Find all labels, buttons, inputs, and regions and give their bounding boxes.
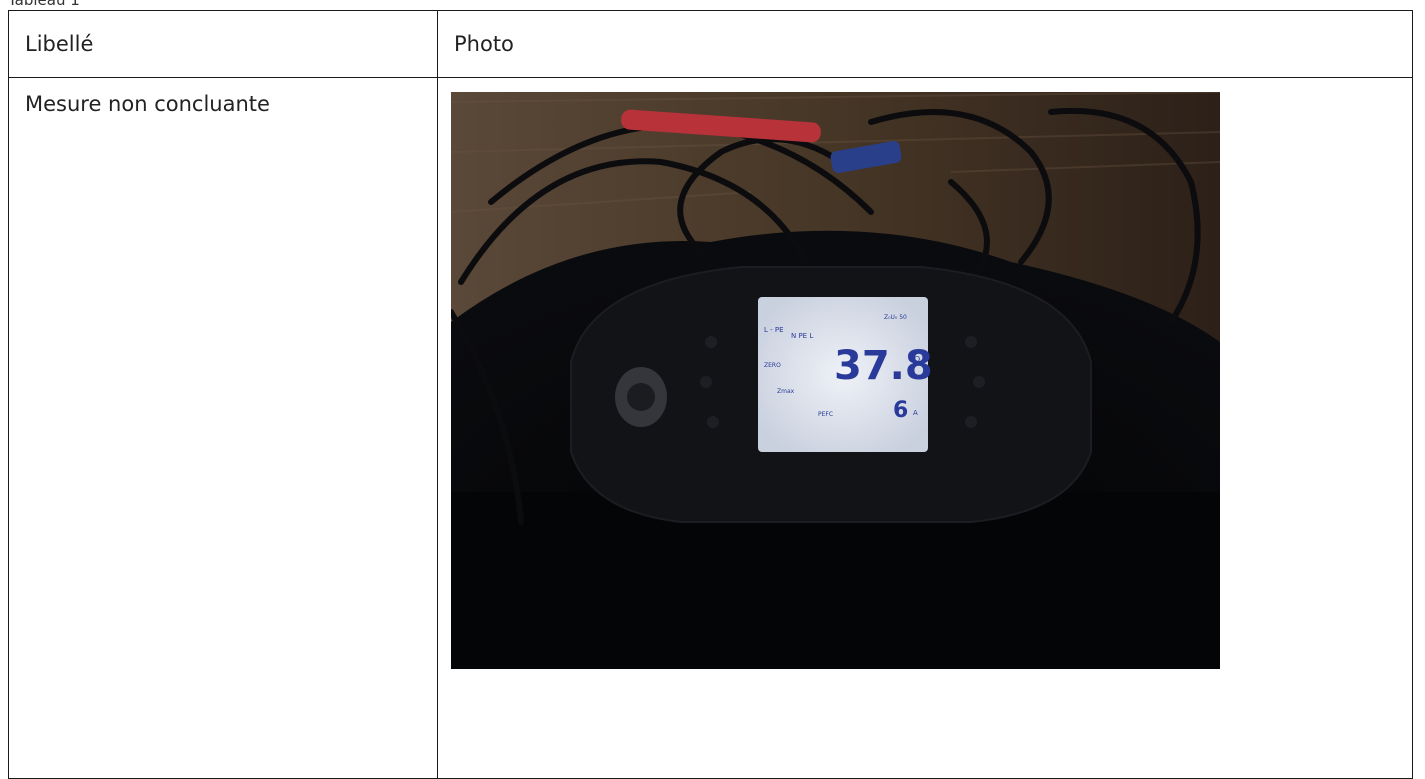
lcd-secondary-unit: A <box>913 409 918 417</box>
lcd-main-reading: 37.8 <box>834 343 933 389</box>
meter-photo: L - PE N PE L Z₀U₀ 50 ZERO 37.8 Ω Zmax P… <box>451 92 1220 669</box>
lcd-corner-label: Z₀U₀ 50 <box>884 314 907 321</box>
table-caption: Tableau 1 <box>8 0 80 9</box>
lcd-pefc-label: PEFC <box>818 411 833 418</box>
row-photo-cell: L - PE N PE L Z₀U₀ 50 ZERO 37.8 Ω Zmax P… <box>437 77 1413 779</box>
lcd-secondary-reading: 6 <box>893 398 908 423</box>
lcd-zmax-label: Zmax <box>777 388 795 395</box>
lcd-main-unit: Ω <box>914 355 920 364</box>
lcd-mode: L - PE <box>764 326 784 334</box>
table-row: Mesure non concluante L - PE N PE L Z₀U₀… <box>8 77 1413 779</box>
header-photo-text: Photo <box>454 32 514 56</box>
lcd-zero: ZERO <box>764 362 781 369</box>
meter-photo-illustration: L - PE N PE L Z₀U₀ 50 ZERO 37.8 Ω Zmax P… <box>451 92 1220 669</box>
document-table: Libellé Photo Mesure non concluante L - … <box>8 10 1413 779</box>
header-cell-label: Libellé <box>8 10 438 78</box>
header-cell-photo: Photo <box>437 10 1413 78</box>
header-label-text: Libellé <box>25 32 94 56</box>
lcd-terminals: N PE L <box>791 332 813 340</box>
table-header-row: Libellé Photo <box>8 10 1413 78</box>
row-label-cell: Mesure non concluante <box>8 77 438 779</box>
row-label-text: Mesure non concluante <box>25 92 270 116</box>
